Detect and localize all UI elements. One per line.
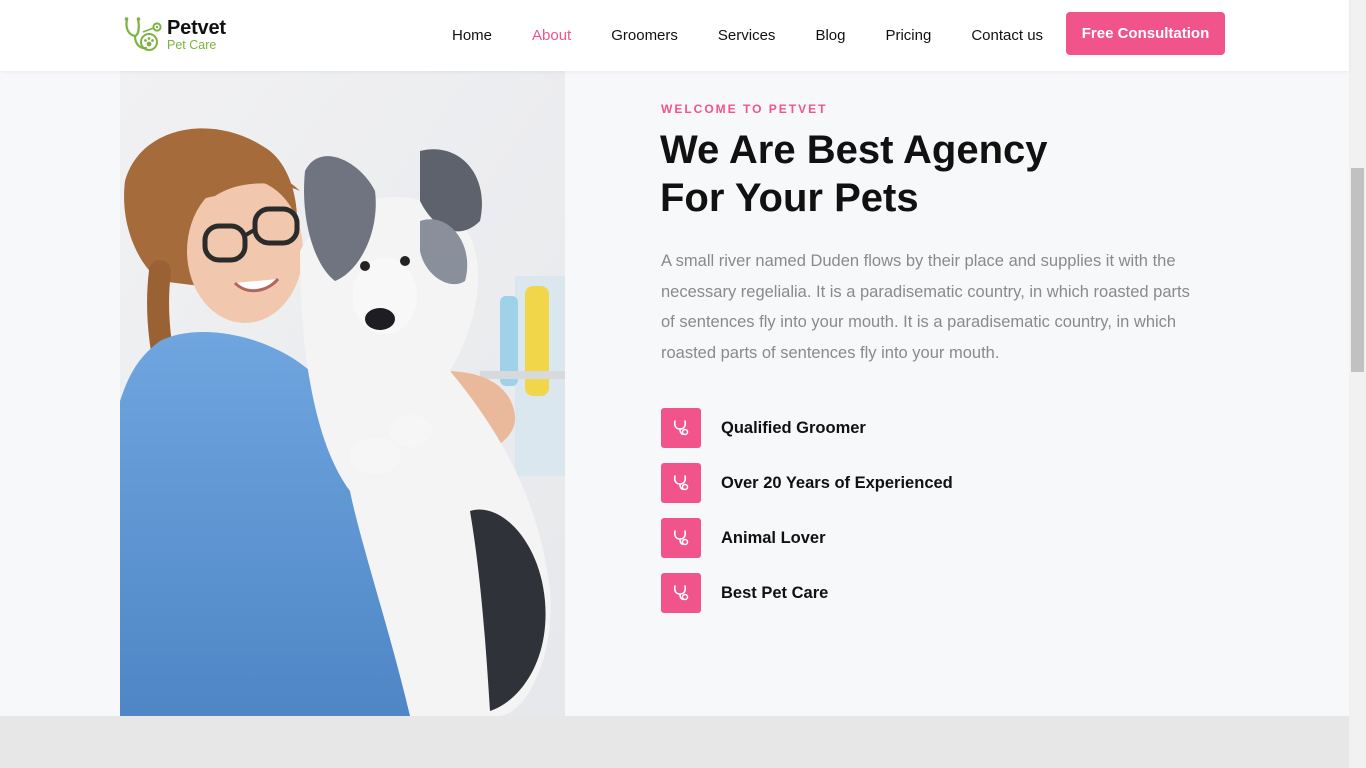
next-section-band <box>0 716 1349 768</box>
section-eyebrow: WELCOME TO PETVET <box>661 102 828 116</box>
about-paragraph: A small river named Duden flows by their… <box>661 252 1190 362</box>
brand-name: Petvet <box>167 17 226 40</box>
nav-services[interactable]: Services <box>698 27 796 44</box>
main-nav: Home About Groomers Services Blog Pricin… <box>432 0 1063 71</box>
feature-label: Best Pet Care <box>721 583 829 602</box>
feature-label: Over 20 Years of Experienced <box>721 473 953 492</box>
stethoscope-icon <box>661 408 701 448</box>
nav-pricing[interactable]: Pricing <box>865 27 951 44</box>
brand-tagline: Pet Care <box>167 38 217 53</box>
vet-holding-dog-image <box>120 71 565 716</box>
feature-item: Qualified Groomer <box>661 408 953 448</box>
page-scrollbar[interactable] <box>1349 0 1366 768</box>
feature-item: Animal Lover <box>661 518 953 558</box>
site-header: Petvet Pet Care Home About Groomers Serv… <box>0 0 1349 71</box>
nav-about[interactable]: About <box>512 27 591 44</box>
feature-list: Qualified Groomer Over 20 Years of Exper… <box>661 408 953 628</box>
stethoscope-icon <box>661 518 701 558</box>
feature-label: Qualified Groomer <box>721 418 866 437</box>
free-consultation-button[interactable]: Free Consultation <box>1066 12 1225 55</box>
nav-home[interactable]: Home <box>432 27 512 44</box>
scrollbar-thumb[interactable] <box>1351 168 1364 372</box>
stethoscope-icon <box>661 463 701 503</box>
feature-item: Best Pet Care <box>661 573 953 613</box>
logo[interactable]: Petvet Pet Care <box>123 15 226 55</box>
stethoscope-paw-logo-icon <box>124 17 162 51</box>
feature-label: Animal Lover <box>721 528 826 547</box>
nav-blog[interactable]: Blog <box>795 27 865 44</box>
stethoscope-icon <box>661 573 701 613</box>
nav-groomers[interactable]: Groomers <box>591 27 698 44</box>
headline-line-2: For Your Pets <box>660 176 919 220</box>
headline-line-1: We Are Best Agency <box>660 128 1048 172</box>
section-headline: We Are Best Agency For Your Pets <box>660 126 1260 222</box>
nav-contact[interactable]: Contact us <box>951 27 1063 44</box>
feature-item: Over 20 Years of Experienced <box>661 463 953 503</box>
